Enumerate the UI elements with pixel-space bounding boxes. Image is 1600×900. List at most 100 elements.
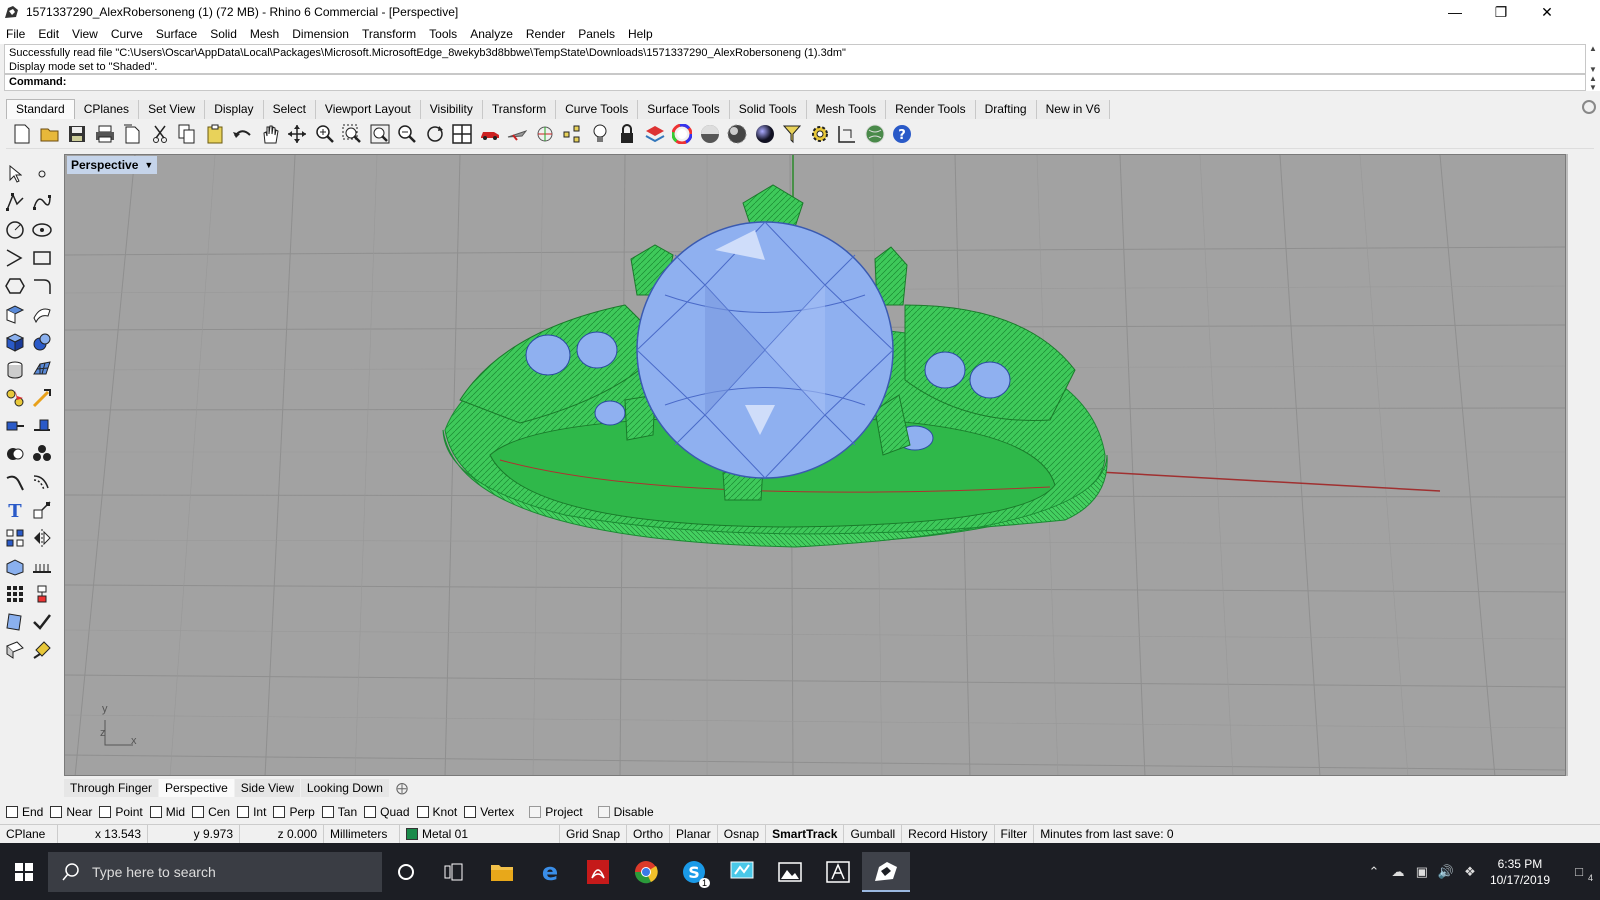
color-wheel-icon[interactable]: [672, 123, 692, 144]
grid-array-icon[interactable]: [5, 584, 25, 604]
lock-icon[interactable]: [617, 123, 637, 144]
osnap-near[interactable]: Near: [50, 805, 92, 819]
light-icon[interactable]: [590, 124, 610, 144]
checkbox-icon[interactable]: [149, 806, 162, 818]
flying-icon[interactable]: [507, 124, 527, 144]
tab-curve-tools[interactable]: Curve Tools: [556, 100, 639, 119]
mesh-icon[interactable]: [32, 360, 52, 380]
viewport-tab-through-finger[interactable]: Through Finger: [64, 779, 159, 797]
command-line-input[interactable]: Command:: [4, 74, 1586, 91]
tab-visibility[interactable]: Visibility: [420, 100, 483, 119]
tab-cplanes[interactable]: CPlanes: [74, 100, 140, 119]
grid-dots-icon[interactable]: [32, 556, 52, 576]
checkbox-icon[interactable]: [273, 806, 286, 818]
status-ortho[interactable]: Ortho: [627, 824, 671, 844]
edge-icon[interactable]: e: [526, 852, 574, 892]
status-gumball[interactable]: Gumball: [844, 824, 903, 844]
text-object-icon[interactable]: T: [5, 500, 25, 520]
chrome-icon[interactable]: [622, 852, 670, 892]
render-tools-icon[interactable]: [5, 388, 25, 408]
cylinder-icon[interactable]: [5, 360, 25, 380]
taskbar-search-box[interactable]: Type here to search: [48, 851, 382, 892]
rhino-icon[interactable]: [862, 851, 910, 892]
points-icon[interactable]: [562, 124, 582, 144]
block-icon[interactable]: [32, 584, 52, 604]
tab-drafting[interactable]: Drafting: [975, 100, 1037, 119]
dropbox-icon[interactable]: ❖: [1459, 861, 1481, 883]
point-icon[interactable]: [32, 164, 52, 184]
offset-curve-icon[interactable]: [32, 472, 52, 492]
task-view-icon[interactable]: [430, 852, 478, 892]
ellipse-icon[interactable]: [32, 220, 52, 240]
plugin-globe-icon[interactable]: [865, 124, 885, 144]
osnap-cen[interactable]: Cen: [192, 805, 230, 819]
open-icon[interactable]: [40, 124, 60, 144]
boolean-icon[interactable]: [5, 444, 25, 464]
history-scrollbar[interactable]: ▲ ▼: [1586, 44, 1600, 74]
sketch-app-icon[interactable]: [814, 852, 862, 892]
perspective-viewport[interactable]: Perspective ▼ y z x: [64, 154, 1566, 776]
file-explorer-icon[interactable]: [478, 852, 526, 892]
menu-surface[interactable]: Surface: [156, 27, 197, 41]
osnap-disable[interactable]: Disable: [597, 805, 654, 819]
dimension-icon[interactable]: [837, 124, 857, 144]
osnap-mid[interactable]: Mid: [149, 805, 185, 819]
checkbox-icon[interactable]: [529, 806, 542, 818]
start-button[interactable]: [0, 852, 48, 892]
surface-edge-icon[interactable]: [32, 304, 52, 324]
zoom-dynamic-icon[interactable]: [315, 124, 335, 144]
tab-new-in-v6[interactable]: New in V6: [1036, 100, 1111, 119]
tab-select[interactable]: Select: [263, 100, 316, 119]
cortana-icon[interactable]: [382, 852, 430, 892]
status-filter[interactable]: Filter: [995, 824, 1035, 844]
group-icon[interactable]: [32, 444, 52, 464]
viewport-tab-looking-down[interactable]: Looking Down: [300, 779, 389, 797]
menu-edit[interactable]: Edit: [38, 27, 59, 41]
checkbox-icon[interactable]: [99, 806, 112, 818]
scale-icon[interactable]: [32, 500, 52, 520]
restore-button[interactable]: ❐: [1478, 0, 1524, 24]
menu-render[interactable]: Render: [526, 27, 565, 41]
zoom-selected-icon[interactable]: [397, 124, 417, 144]
menu-analyze[interactable]: Analyze: [470, 27, 513, 41]
status-cplane[interactable]: CPlane: [0, 824, 58, 844]
cut-icon[interactable]: [150, 124, 170, 144]
fillet-icon[interactable]: [32, 276, 52, 296]
close-button[interactable]: ✕: [1524, 0, 1570, 24]
tab-viewport-layout[interactable]: Viewport Layout: [315, 100, 421, 119]
command-history[interactable]: Successfully read file "C:\Users\Oscar\A…: [4, 44, 1586, 74]
checkbox-icon[interactable]: [50, 806, 63, 818]
sphere-solid-icon[interactable]: [32, 332, 52, 352]
check-icon[interactable]: [32, 612, 52, 632]
status-grid-snap[interactable]: Grid Snap: [560, 824, 628, 844]
status-smarttrack[interactable]: SmartTrack: [766, 824, 845, 844]
tab-transform[interactable]: Transform: [482, 100, 557, 119]
network-icon[interactable]: ▣: [1411, 861, 1433, 883]
checkbox-icon[interactable]: [237, 806, 250, 818]
viewport-layout-icon[interactable]: [452, 123, 472, 144]
checkbox-icon[interactable]: [416, 806, 429, 818]
status-layer[interactable]: Metal 01: [400, 824, 560, 844]
osnap-knot[interactable]: Knot: [416, 805, 457, 819]
circle-icon[interactable]: [5, 220, 25, 240]
checkbox-icon[interactable]: [597, 806, 610, 818]
polyline-icon[interactable]: [5, 192, 25, 212]
tab-set-view[interactable]: Set View: [139, 100, 206, 119]
print-icon[interactable]: [95, 124, 115, 144]
tab-render-tools[interactable]: Render Tools: [886, 100, 976, 119]
taskbar-clock[interactable]: 6:35 PM 10/17/2019: [1482, 856, 1558, 888]
menu-solid[interactable]: Solid: [210, 27, 237, 41]
command-scrollbar[interactable]: ▲ ▼: [1586, 74, 1600, 92]
save-icon[interactable]: [67, 124, 87, 144]
checkbox-icon[interactable]: [464, 806, 477, 818]
import-icon[interactable]: [122, 124, 142, 144]
add-viewport-tab-icon[interactable]: ⨁: [396, 781, 408, 795]
analyze-icon[interactable]: [5, 612, 25, 632]
osnap-quad[interactable]: Quad: [364, 805, 410, 819]
menu-view[interactable]: View: [72, 27, 98, 41]
checkbox-icon[interactable]: [364, 806, 377, 818]
menu-transform[interactable]: Transform: [362, 27, 416, 41]
checkbox-icon[interactable]: [321, 806, 334, 818]
curve-icon[interactable]: [32, 192, 52, 212]
rotate-view-icon[interactable]: [287, 124, 307, 144]
